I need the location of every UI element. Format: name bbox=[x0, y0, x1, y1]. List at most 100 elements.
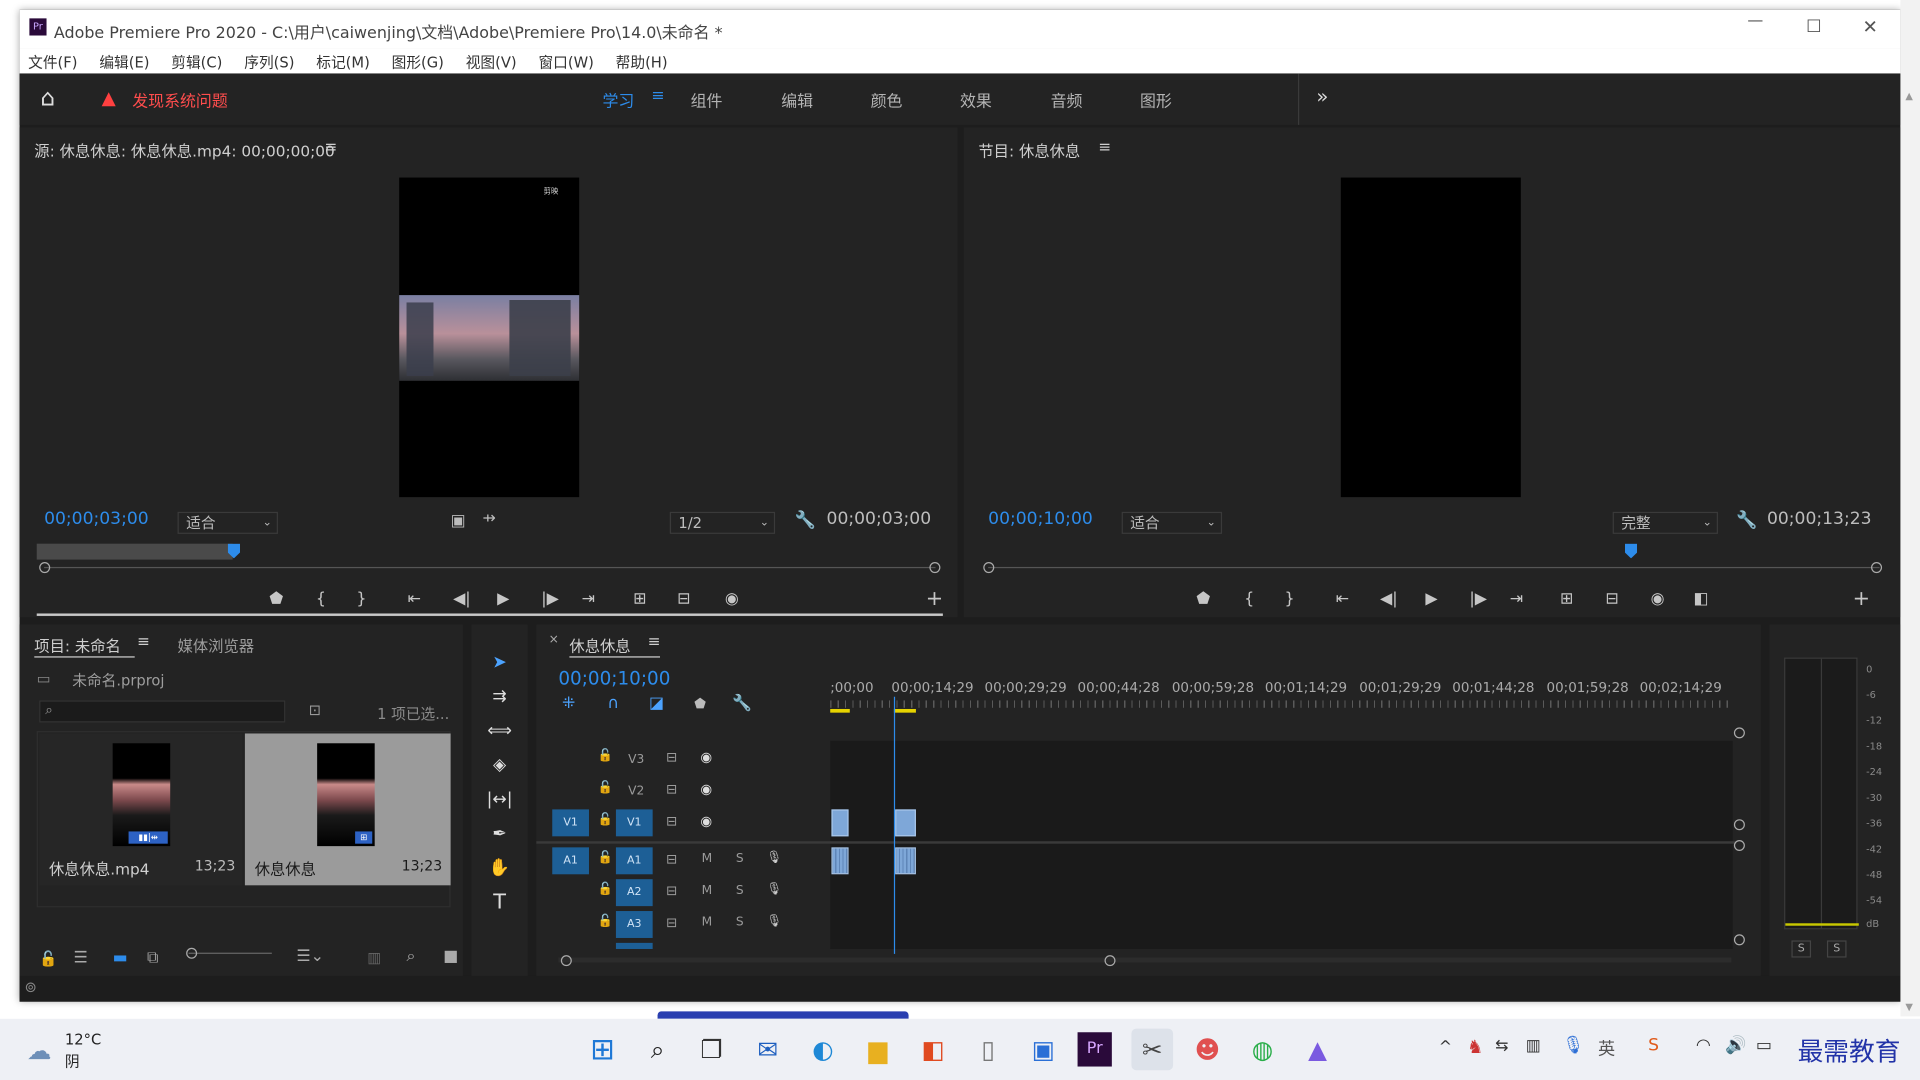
panel-menu-icon[interactable]: ≡ bbox=[324, 137, 337, 155]
weather-cloud-icon[interactable]: ☁ bbox=[27, 1036, 51, 1065]
menu-edit[interactable]: 编辑(E) bbox=[99, 54, 149, 71]
pen-tool-icon[interactable]: ✒ bbox=[481, 816, 518, 853]
close-tab-icon[interactable]: × bbox=[549, 633, 559, 646]
sync-lock-icon[interactable]: ⊟ bbox=[666, 749, 677, 765]
track-lock-icon[interactable]: 🔓 bbox=[598, 749, 613, 762]
solo-right-button[interactable]: S bbox=[1826, 940, 1847, 958]
audio-clip[interactable] bbox=[895, 847, 916, 875]
solo-button[interactable]: S bbox=[736, 884, 744, 897]
home-icon[interactable]: ⌂ bbox=[40, 84, 55, 111]
document-icon[interactable]: ▯ bbox=[967, 1029, 1009, 1071]
insert-export-icon[interactable]: ▣ bbox=[451, 512, 466, 530]
wrench-icon[interactable]: 🔧 bbox=[1736, 511, 1757, 531]
tray-mic-icon[interactable]: 🎙 bbox=[1562, 1036, 1584, 1056]
menu-graphics[interactable]: 图形(G) bbox=[392, 54, 444, 71]
export-frame-camera-icon[interactable]: ◉ bbox=[725, 590, 739, 608]
button-editor-plus-icon[interactable]: + bbox=[926, 587, 943, 611]
menu-help[interactable]: 帮助(H) bbox=[616, 54, 668, 71]
video-clip[interactable] bbox=[895, 809, 916, 837]
step-back-button[interactable]: ◀| bbox=[453, 590, 471, 608]
play-button[interactable]: ▶ bbox=[497, 590, 509, 608]
app-avatar-icon[interactable]: ☻ bbox=[1187, 1029, 1229, 1071]
tray-sogou-icon[interactable]: S bbox=[1648, 1036, 1659, 1056]
mute-button[interactable]: M bbox=[702, 916, 713, 929]
menu-sequence[interactable]: 序列(S) bbox=[244, 54, 294, 71]
step-forward-button[interactable]: |▶ bbox=[1469, 590, 1487, 608]
source-zoom-bar[interactable] bbox=[44, 566, 936, 569]
track-target-a3[interactable]: A3 bbox=[615, 911, 653, 938]
sync-lock-icon[interactable]: ⊟ bbox=[666, 851, 677, 867]
sort-icon[interactable]: ☰⌄ bbox=[296, 948, 324, 966]
step-forward-button[interactable]: |▶ bbox=[541, 590, 559, 608]
tab-graphics[interactable]: 图形 bbox=[1140, 88, 1172, 111]
tray-ime-icon[interactable]: 英 bbox=[1598, 1036, 1615, 1060]
add-marker-button[interactable]: ⬟ bbox=[269, 590, 283, 608]
button-editor-plus-icon[interactable]: + bbox=[1853, 587, 1870, 611]
menu-clip[interactable]: 剪辑(C) bbox=[171, 54, 222, 71]
h-scroll-handle-right[interactable] bbox=[1104, 955, 1116, 967]
export-frame-camera-icon[interactable]: ◉ bbox=[1651, 590, 1665, 608]
program-monitor-title[interactable]: 节目: 休息休息 bbox=[978, 138, 1080, 161]
lock-icon[interactable]: 🔓 bbox=[39, 950, 57, 967]
toggle-output-eye-icon[interactable]: ◉ bbox=[700, 781, 712, 797]
volume-icon[interactable]: 🔊 bbox=[1725, 1036, 1746, 1056]
linked-selection-icon[interactable]: ◪ bbox=[649, 694, 664, 712]
scroll-up-icon[interactable]: ▲ bbox=[1905, 91, 1913, 102]
tab-editing[interactable]: 编辑 bbox=[781, 88, 813, 111]
snipping-tool-icon[interactable]: ✂ bbox=[1131, 1028, 1174, 1071]
ripple-edit-tool-icon[interactable]: ⟺ bbox=[481, 713, 518, 750]
solo-button[interactable]: S bbox=[736, 852, 744, 865]
mark-out-button[interactable]: } bbox=[1285, 590, 1295, 608]
mute-button[interactable]: M bbox=[702, 852, 713, 865]
sync-lock-icon[interactable]: ⊟ bbox=[666, 883, 677, 899]
tab-learn[interactable]: 学习 bbox=[602, 88, 634, 111]
voiceover-mic-icon[interactable]: 🎙 bbox=[767, 883, 783, 896]
timeline-settings-wrench-icon[interactable]: 🔧 bbox=[732, 694, 752, 712]
track-lock-icon[interactable]: 🔓 bbox=[598, 813, 613, 826]
v-scroll-handle[interactable] bbox=[1733, 840, 1745, 852]
add-marker-icon[interactable]: ⬟ bbox=[694, 696, 706, 712]
solo-button[interactable]: S bbox=[736, 916, 744, 929]
toggle-output-eye-icon[interactable]: ◉ bbox=[700, 749, 712, 765]
extract-button[interactable]: ⊟ bbox=[1605, 590, 1618, 608]
tab-project[interactable]: 项目: 未命名 bbox=[34, 633, 121, 656]
office-icon[interactable]: ◧ bbox=[912, 1029, 954, 1071]
go-to-out-button[interactable]: ⇥ bbox=[582, 590, 595, 608]
selection-tool-icon[interactable]: ➤ bbox=[481, 644, 518, 681]
wrench-icon[interactable]: 🔧 bbox=[795, 511, 816, 531]
source-timecode[interactable]: 00;00;03;00 bbox=[44, 509, 149, 529]
zoom-handle-right[interactable] bbox=[1871, 562, 1883, 574]
mark-in-button[interactable]: { bbox=[1244, 590, 1254, 608]
overwrite-button[interactable]: ⊟ bbox=[677, 590, 690, 608]
tab-assembly[interactable]: 组件 bbox=[691, 88, 723, 111]
scroll-down-icon[interactable]: ▼ bbox=[1905, 1002, 1913, 1013]
track-select-tool-icon[interactable]: ⇉ bbox=[481, 678, 518, 715]
panel-menu-icon[interactable]: ≡ bbox=[1098, 137, 1111, 155]
tab-media-browser[interactable]: 媒体浏览器 bbox=[178, 633, 255, 656]
insert-button[interactable]: ⊞ bbox=[633, 590, 646, 608]
menu-view[interactable]: 视图(V) bbox=[466, 54, 517, 71]
background-scrollbar[interactable]: ▲ ▼ bbox=[1900, 0, 1920, 1017]
icon-view-icon[interactable]: ▬ bbox=[113, 949, 128, 967]
timeline-tab[interactable]: 休息休息 bbox=[569, 633, 630, 656]
program-timecode[interactable]: 00;00;10;00 bbox=[988, 509, 1093, 529]
zoom-handle-right[interactable] bbox=[929, 562, 941, 574]
find-icon[interactable]: ⌕ bbox=[407, 948, 416, 966]
slip-tool-icon[interactable]: |↔| bbox=[481, 781, 518, 818]
snap-magnet-icon[interactable]: ∩ bbox=[607, 694, 619, 712]
timeline-timecode[interactable]: 00;00;10;00 bbox=[558, 667, 670, 689]
zoom-handle-left[interactable] bbox=[39, 562, 51, 574]
program-zoom-bar[interactable] bbox=[988, 566, 1880, 569]
add-marker-button[interactable]: ⬟ bbox=[1196, 590, 1210, 608]
zoom-slider[interactable] bbox=[188, 952, 272, 954]
playhead-line[interactable] bbox=[893, 696, 896, 954]
premiere-taskbar-icon[interactable]: Pr bbox=[1077, 1032, 1112, 1067]
voiceover-mic-icon[interactable]: 🎙 bbox=[767, 851, 783, 864]
time-ruler[interactable]: ;00;00 00;00;14;29 00;00;29;29 00;00;44;… bbox=[830, 669, 1733, 718]
edge-browser-icon[interactable]: ◐ bbox=[802, 1029, 844, 1071]
task-view-icon[interactable]: ❐ bbox=[691, 1029, 733, 1071]
play-button[interactable]: ▶ bbox=[1425, 590, 1437, 608]
v-scroll-handle[interactable] bbox=[1733, 819, 1745, 831]
track-lock-icon[interactable]: 🔓 bbox=[598, 851, 613, 864]
cloud-sync-icon[interactable]: ⊚ bbox=[24, 978, 36, 995]
